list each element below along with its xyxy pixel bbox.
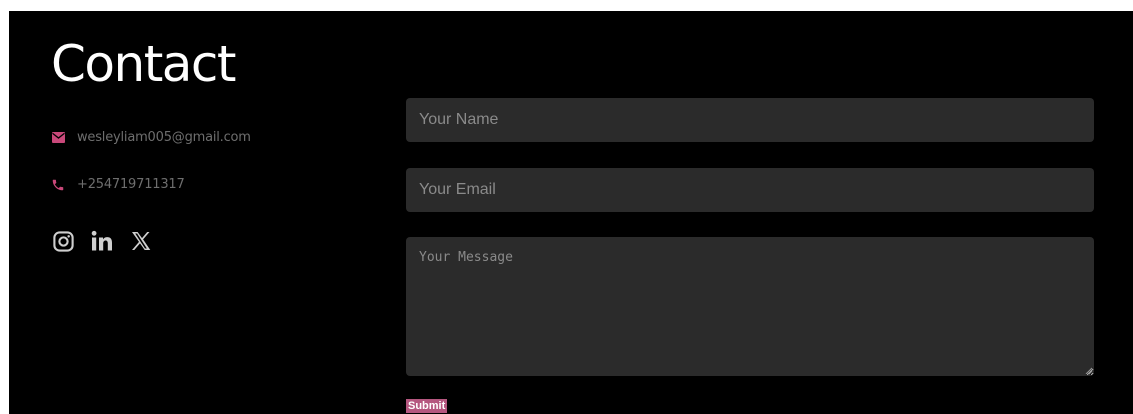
page-title: Contact	[51, 35, 237, 93]
contact-phone-text: +254719711317	[77, 177, 185, 192]
message-field[interactable]	[406, 237, 1094, 376]
resize-handle-icon[interactable]	[1085, 367, 1093, 375]
contact-email-row: wesleyliam005@gmail.com	[51, 130, 251, 145]
linkedin-icon[interactable]	[90, 229, 114, 253]
envelope-icon	[51, 131, 65, 145]
x-twitter-icon[interactable]	[129, 229, 153, 253]
contact-phone-row: +254719711317	[51, 177, 185, 192]
contact-section: Contact wesleyliam005@gmail.com +2547197…	[9, 11, 1133, 414]
phone-icon	[51, 178, 65, 192]
instagram-icon[interactable]	[51, 229, 75, 253]
social-links	[51, 229, 153, 253]
submit-button[interactable]: Submit	[406, 399, 448, 413]
name-field[interactable]	[406, 98, 1094, 142]
contact-email-text: wesleyliam005@gmail.com	[77, 130, 251, 145]
email-field[interactable]	[406, 168, 1094, 212]
